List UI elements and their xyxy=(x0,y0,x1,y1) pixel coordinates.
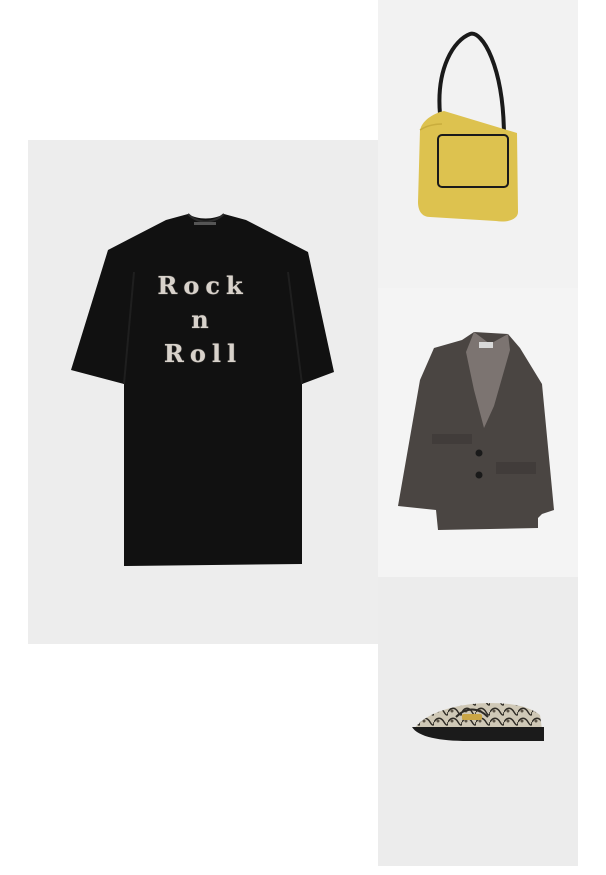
product-tile-tshirt[interactable]: Rock n Roll xyxy=(28,140,378,644)
tshirt-print-line3: Roll xyxy=(163,339,243,368)
product-tile-loafer[interactable] xyxy=(378,577,578,866)
product-tile-bag[interactable] xyxy=(378,0,578,288)
tshirt-print-line2: n xyxy=(191,305,215,334)
shoulder-bag-image xyxy=(418,31,518,222)
product-tile-blazer[interactable] xyxy=(378,288,578,577)
tshirt-image xyxy=(71,213,334,566)
blazer-image xyxy=(398,332,554,530)
tshirt-print-line1: Rock xyxy=(157,271,249,300)
loafer-image xyxy=(412,703,544,741)
